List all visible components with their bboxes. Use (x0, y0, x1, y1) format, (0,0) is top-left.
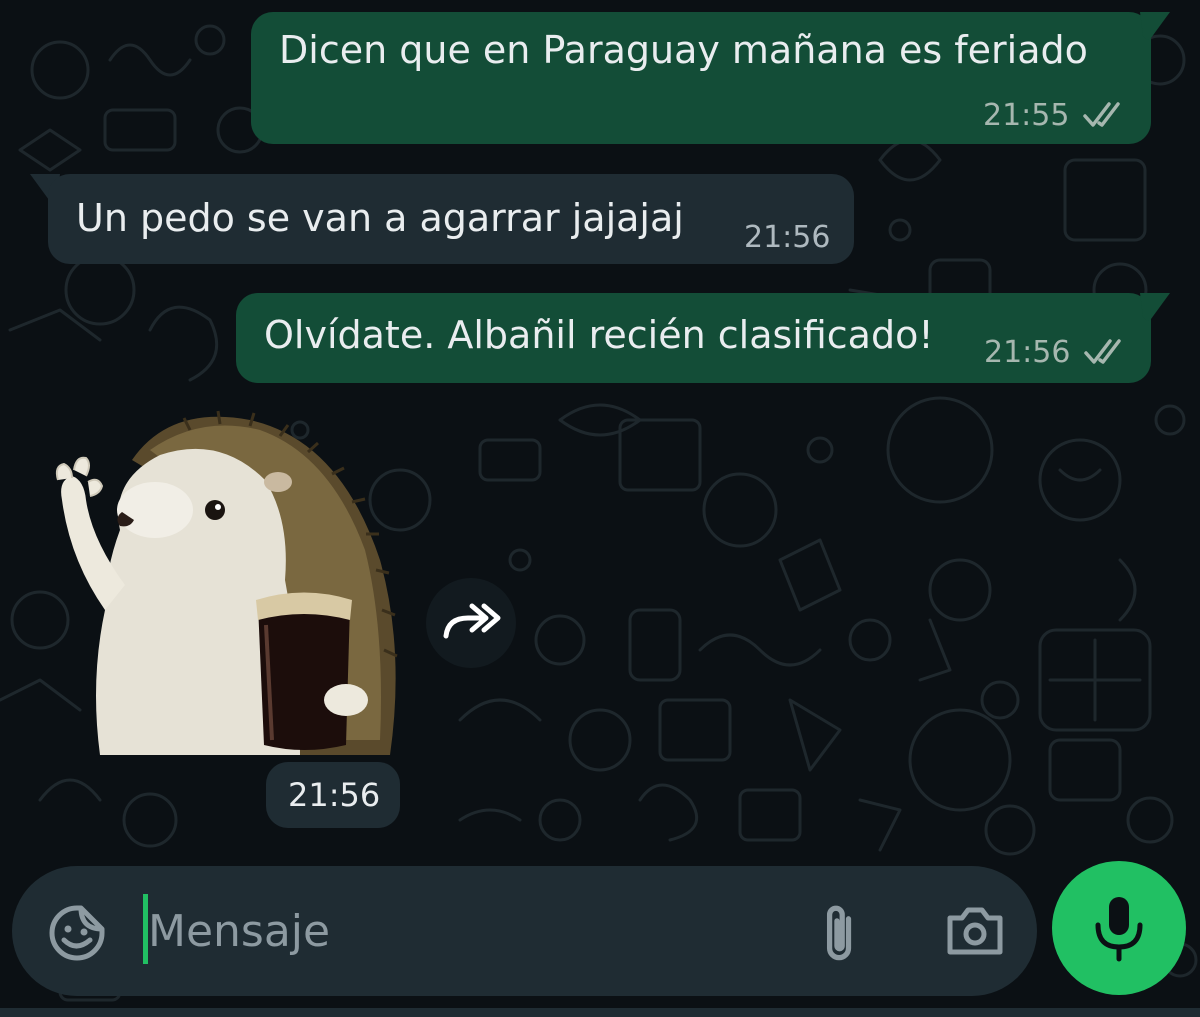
navigation-bar (0, 1008, 1200, 1017)
microphone-icon (1095, 897, 1143, 962)
double-check-read-icon (1083, 102, 1120, 127)
hedgehog-with-drink-sticker[interactable] (50, 410, 410, 760)
message-bubble-outgoing[interactable]: Dicen que en Paraguay mañana es feriado … (251, 12, 1151, 144)
message-time: 21:56 (288, 776, 381, 814)
message-time: 21:55 (983, 98, 1070, 133)
forward-icon (443, 603, 501, 639)
message-time: 21:56 (984, 335, 1071, 370)
message-text: Dicen que en Paraguay mañana es feriado (279, 28, 1088, 72)
double-check-read-icon (1084, 339, 1121, 364)
message-text: Un pedo se van a agarrar jajajaj (76, 196, 684, 240)
message-bubble-outgoing[interactable]: Olvídate. Albañil recién clasificado! 21… (236, 293, 1151, 383)
forward-button[interactable] (426, 578, 516, 668)
emoji-sticker-icon[interactable] (46, 902, 108, 964)
message-time: 21:56 (744, 220, 831, 255)
message-text: Olvídate. Albañil recién clasificado! (264, 313, 934, 357)
voice-message-button[interactable] (1052, 861, 1186, 995)
attach-paperclip-icon[interactable] (818, 900, 862, 962)
bubble-tail (1140, 12, 1170, 40)
bubble-tail (1140, 293, 1170, 321)
sticker-timestamp: 21:56 (266, 762, 400, 828)
message-bubble-incoming[interactable]: Un pedo se van a agarrar jajajaj 21:56 (48, 174, 854, 264)
camera-icon[interactable] (944, 904, 1006, 958)
message-input[interactable] (148, 896, 788, 966)
